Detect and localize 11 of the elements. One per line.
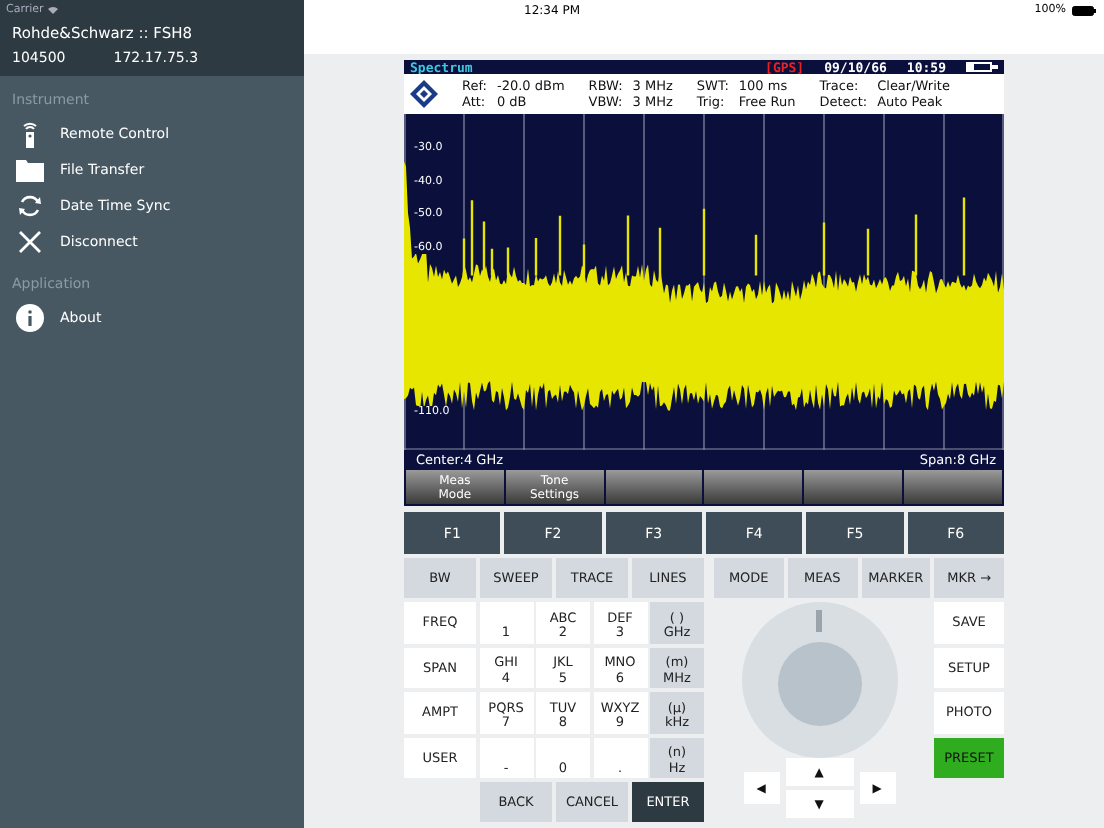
softkey[interactable] xyxy=(605,470,703,504)
folder-icon xyxy=(16,156,44,184)
softkey[interactable] xyxy=(804,470,903,504)
battery-icon xyxy=(1072,5,1096,15)
sync-icon xyxy=(16,192,44,220)
logo-icon xyxy=(410,80,438,108)
softkey[interactable] xyxy=(704,470,803,504)
info-icon xyxy=(16,304,44,332)
softkey[interactable] xyxy=(904,470,1002,504)
wifi-icon xyxy=(47,6,58,14)
close-icon xyxy=(16,228,44,256)
